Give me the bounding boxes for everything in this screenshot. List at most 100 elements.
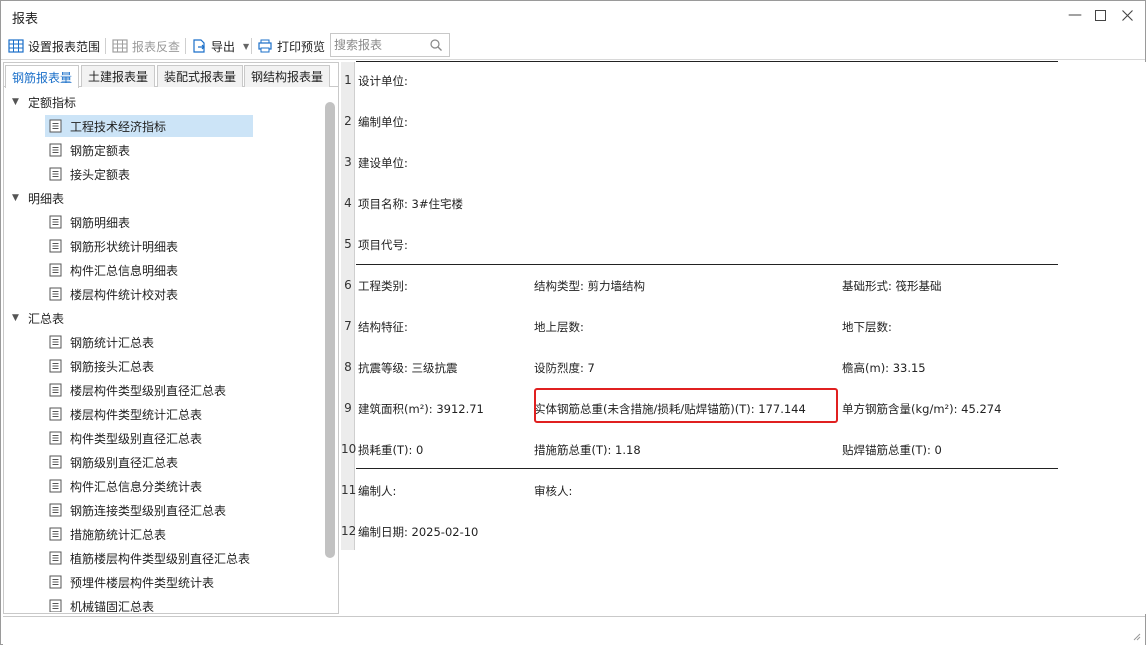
tree-item[interactable]: 钢筋统计汇总表 bbox=[45, 331, 162, 353]
tree-item-label: 构件汇总信息分类统计表 bbox=[70, 479, 203, 494]
tree-item[interactable]: 楼层构件类型级别直径汇总表 bbox=[45, 379, 234, 401]
tree-item[interactable]: 构件类型级别直径汇总表 bbox=[45, 427, 210, 449]
chevron-down-icon[interactable]: ▼ bbox=[243, 42, 249, 51]
tree-item[interactable]: 工程技术经济指标 bbox=[45, 115, 253, 137]
fortification-intensity: 设防烈度: 7 bbox=[534, 361, 595, 375]
tree-item[interactable]: 预埋件楼层构件类型统计表 bbox=[45, 571, 222, 593]
search-icon[interactable] bbox=[429, 38, 443, 52]
report-doc-icon bbox=[49, 431, 62, 445]
tree-item[interactable]: 构件汇总信息分类统计表 bbox=[45, 475, 210, 497]
row-number: 2 bbox=[344, 114, 352, 128]
print-preview-label: 打印预览 bbox=[277, 39, 326, 54]
report-doc-icon bbox=[49, 455, 62, 469]
tree-item[interactable]: 钢筋接头汇总表 bbox=[45, 355, 162, 377]
tree-item[interactable]: 构件汇总信息明细表 bbox=[45, 259, 186, 281]
tab-prefab[interactable]: 装配式报表量 bbox=[157, 65, 244, 87]
tree-item-label: 接头定额表 bbox=[70, 167, 131, 182]
row-number: 1 bbox=[344, 73, 352, 87]
tree-item[interactable]: 接头定额表 bbox=[45, 163, 138, 185]
tree-item[interactable]: 机械锚固汇总表 bbox=[45, 595, 162, 612]
measure-rebar-weight: 措施筋总重(T): 1.18 bbox=[534, 443, 641, 457]
report-doc-icon bbox=[49, 527, 62, 541]
tree-item[interactable]: 钢筋定额表 bbox=[45, 139, 138, 161]
search-box[interactable] bbox=[330, 33, 450, 57]
row-number: 10 bbox=[341, 442, 357, 456]
table-rule bbox=[356, 468, 1058, 469]
report-doc-icon bbox=[49, 479, 62, 493]
design-unit: 设计单位: bbox=[358, 74, 408, 88]
export-button[interactable]: 导出 ▼ bbox=[191, 36, 249, 56]
row-number-column: 1 2 3 4 5 6 7 8 9 10 11 12 bbox=[341, 62, 357, 550]
tree-item[interactable]: 钢筋连接类型级别直径汇总表 bbox=[45, 499, 234, 521]
row-number: 11 bbox=[341, 483, 357, 497]
report-tree: ▼ 定额指标 工程技术经济指标钢筋定额表接头定额表 ▼ 明细表 钢筋明细表钢筋形… bbox=[4, 90, 324, 612]
foundation-type: 基础形式: 筏形基础 bbox=[842, 279, 942, 293]
tab-rebar[interactable]: 钢筋报表量 bbox=[5, 65, 80, 88]
report-doc-icon bbox=[49, 119, 62, 133]
row-number: 9 bbox=[344, 401, 352, 415]
close-icon[interactable] bbox=[1116, 5, 1138, 25]
tree-item[interactable]: 措施筋统计汇总表 bbox=[45, 523, 174, 545]
report-doc-icon bbox=[49, 215, 62, 229]
tab-steel[interactable]: 钢结构报表量 bbox=[244, 65, 331, 87]
tree-item-label: 钢筋连接类型级别直径汇总表 bbox=[70, 503, 227, 518]
resize-grip-icon[interactable] bbox=[1131, 631, 1141, 641]
tree-item[interactable]: 楼层构件类型统计汇总表 bbox=[45, 403, 210, 425]
tree-item-label: 措施筋统计汇总表 bbox=[70, 527, 167, 542]
toolbar-divider bbox=[251, 38, 252, 54]
structure-feature: 结构特征: bbox=[358, 320, 408, 334]
tree-group-detail[interactable]: ▼ 明细表 bbox=[12, 188, 64, 208]
report-doc-icon bbox=[49, 239, 62, 253]
report-doc-icon bbox=[49, 407, 62, 421]
tree-item[interactable]: 钢筋明细表 bbox=[45, 211, 138, 233]
report-doc-icon bbox=[49, 575, 62, 589]
caret-down-icon[interactable]: ▼ bbox=[12, 193, 22, 203]
group-label: 汇总表 bbox=[28, 311, 65, 326]
reverse-lookup-button[interactable]: 报表反查 bbox=[112, 36, 180, 56]
report-doc-icon bbox=[49, 359, 62, 373]
report-window: 报表 — 设置报表范围 报表反查 导出 ▼ 打印预览 搜索报表 钢筋报表量 土建… bbox=[0, 0, 1146, 645]
report-doc-icon bbox=[49, 335, 62, 349]
floors-above: 地上层数: bbox=[534, 320, 584, 334]
tree-item-label: 构件类型级别直径汇总表 bbox=[70, 431, 203, 446]
tree-item[interactable]: 植筋楼层构件类型级别直径汇总表 bbox=[45, 547, 258, 569]
tree-scrollbar[interactable] bbox=[322, 90, 336, 612]
tree-item-label: 植筋楼层构件类型级别直径汇总表 bbox=[70, 551, 251, 566]
maximize-icon[interactable] bbox=[1089, 5, 1111, 25]
grid-settings-icon bbox=[8, 39, 24, 53]
set-range-button[interactable]: 设置报表范围 bbox=[8, 36, 100, 56]
window-title: 报表 bbox=[12, 12, 39, 27]
minimize-icon[interactable]: — bbox=[1064, 5, 1086, 25]
report-doc-icon bbox=[49, 551, 62, 565]
tree-item-label: 钢筋明细表 bbox=[70, 215, 131, 230]
compile-unit: 编制单位: bbox=[358, 115, 408, 129]
tree-item[interactable]: 钢筋级别直径汇总表 bbox=[45, 451, 186, 473]
print-preview-button[interactable]: 打印预览 bbox=[257, 36, 325, 56]
tree-item[interactable]: 楼层构件统计校对表 bbox=[45, 283, 186, 305]
report-doc-icon bbox=[49, 143, 62, 157]
loss-weight: 损耗重(T): 0 bbox=[358, 443, 424, 457]
building-area: 建筑面积(m²): 3912.71 bbox=[358, 402, 484, 416]
caret-down-icon[interactable]: ▼ bbox=[12, 313, 22, 323]
compile-date: 编制日期: 2025-02-10 bbox=[358, 525, 479, 539]
search-input[interactable] bbox=[331, 34, 426, 56]
rebar-per-area: 单方钢筋含量(kg/m²): 45.274 bbox=[842, 402, 1002, 416]
table-rule bbox=[356, 264, 1058, 265]
eave-height: 檐高(m): 33.15 bbox=[842, 361, 926, 375]
tree-item-label: 工程技术经济指标 bbox=[70, 119, 167, 134]
project-category: 工程类别: bbox=[358, 279, 408, 293]
row-number: 8 bbox=[344, 360, 352, 374]
table-search-icon bbox=[112, 39, 128, 53]
tab-civil[interactable]: 土建报表量 bbox=[81, 65, 156, 87]
caret-down-icon[interactable]: ▼ bbox=[12, 97, 22, 107]
scrollbar-thumb[interactable] bbox=[325, 102, 335, 558]
export-icon bbox=[193, 39, 205, 53]
tree-item-label: 楼层构件类型级别直径汇总表 bbox=[70, 383, 227, 398]
tree-item[interactable]: 钢筋形状统计明细表 bbox=[45, 235, 186, 257]
tree-item-label: 钢筋级别直径汇总表 bbox=[70, 455, 179, 470]
print-preview-icon bbox=[258, 39, 272, 53]
tree-group-summary[interactable]: ▼ 汇总表 bbox=[12, 308, 64, 328]
tree-item-label: 钢筋形状统计明细表 bbox=[70, 239, 179, 254]
status-bar bbox=[3, 616, 1145, 645]
tree-group-quota[interactable]: ▼ 定额指标 bbox=[12, 92, 76, 112]
